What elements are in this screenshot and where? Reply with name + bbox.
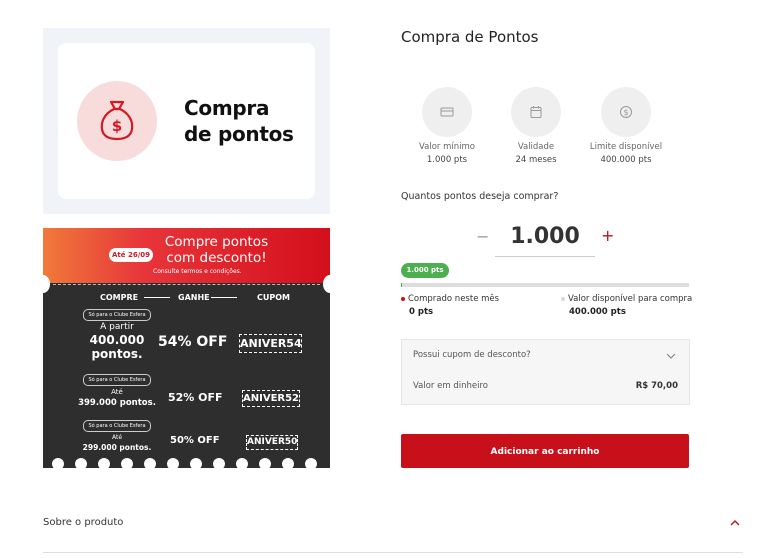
legend-available-value: 400.000 pts — [569, 307, 626, 317]
info-value: 24 meses — [515, 155, 557, 165]
hero-image-card: $ Compra de pontos — [43, 28, 330, 214]
coupon-code-aniver52: ANIVER52 — [242, 390, 300, 407]
perforation-dot — [98, 458, 110, 468]
promo-headline: Compre pontos com desconto! — [159, 234, 274, 266]
coupon-toggle[interactable]: Possui cupom de desconto? — [413, 350, 531, 360]
club-badge: Só para o Clube Esfera — [83, 420, 151, 432]
calendar-icon — [530, 106, 542, 118]
svg-text:$: $ — [112, 117, 122, 135]
club-badge: Só para o Clube Esfera — [83, 374, 151, 386]
quantity-question: Quantos pontos deseja comprar? — [401, 191, 559, 202]
money-bag-icon: $ — [100, 100, 134, 141]
promo-banner: Até 26/09 Compre pontos com desconto! Co… — [43, 228, 330, 468]
promo-date-badge: Até 26/09 — [109, 248, 153, 262]
tier-2-condition: Até 399.000 pontos. — [73, 387, 161, 409]
decrement-button[interactable]: − — [476, 227, 489, 246]
add-to-cart-button[interactable]: Adicionar ao carrinho — [401, 434, 689, 468]
legend-available-label: Valor disponível para compra — [568, 294, 693, 304]
info-available-limit: $ Limite disponível 400.000 pts — [586, 87, 666, 166]
tier-3-discount: 50% OFF — [170, 435, 220, 446]
info-value: 400.000 pts — [600, 155, 652, 165]
perforation-dot — [305, 458, 317, 468]
perforation-dot — [121, 458, 133, 468]
purchase-progress-bar — [401, 283, 689, 287]
promo-terms: Consulte termos e condições. — [153, 268, 242, 275]
tier-1-line1: A partir — [100, 322, 134, 332]
tier-1-discount: 54% OFF — [158, 334, 228, 350]
info-minimum-value: Valor mínimo 1.000 pts — [407, 87, 487, 166]
tier-3-line1: Até — [111, 434, 123, 441]
svg-text:$: $ — [623, 108, 628, 117]
info-icon-circle — [511, 87, 561, 137]
legend-purchased: Comprado neste mês 0 pts — [401, 293, 499, 319]
points-quantity-input[interactable]: 1.000 — [495, 222, 595, 257]
tier-2-discount: 52% OFF — [168, 391, 223, 404]
hero-image-inner: $ Compra de pontos — [58, 43, 315, 199]
promo-notch-right — [323, 275, 330, 293]
info-label: Valor mínimo — [419, 142, 475, 152]
hero-title-line1: Compra — [184, 96, 270, 120]
perforation-dot — [144, 458, 156, 468]
tier-3-line2: 299.000 pontos. — [82, 443, 152, 452]
info-validity: Validade 24 meses — [496, 87, 576, 166]
coin-icon: $ — [620, 106, 632, 118]
hero-title: Compra de pontos — [184, 95, 309, 147]
tier-2-line2: 399.000 pontos. — [78, 398, 156, 408]
info-icon-circle: $ — [601, 87, 651, 137]
promo-header: Até 26/09 Compre pontos com desconto! Co… — [43, 228, 330, 283]
card-icon — [440, 107, 454, 117]
perforation-dot — [259, 458, 271, 468]
perforation-dot — [75, 458, 87, 468]
cash-value-label: Valor em dinheiro — [413, 381, 488, 391]
tier-3-condition: Até 299.000 pontos. — [73, 433, 161, 453]
chevron-down-icon[interactable] — [666, 352, 676, 360]
tier-1-condition: A partir 400.000 pontos. — [73, 322, 161, 361]
tier-1-line2: 400.000 — [89, 333, 145, 347]
promo-headline-line2: com desconto! — [166, 250, 267, 266]
legend-dot-grey — [561, 296, 565, 301]
promo-col-divider — [144, 297, 170, 298]
increment-button[interactable]: + — [601, 226, 614, 245]
about-product-label[interactable]: Sobre o produto — [43, 517, 123, 528]
info-icon-circle — [422, 87, 472, 137]
promo-headline-line1: Compre pontos — [164, 234, 269, 250]
coupon-code-aniver50: ANIVER50 — [246, 435, 298, 450]
cash-value: R$ 70,00 — [635, 381, 678, 391]
coupon-box: Possui cupom de desconto? Valor em dinhe… — [401, 339, 690, 405]
divider — [43, 552, 743, 553]
legend-purchased-value: 0 pts — [409, 307, 434, 317]
promo-col-compre: COMPRE — [100, 293, 139, 302]
perforation-dot — [190, 458, 202, 468]
legend-purchased-label: Comprado neste mês — [408, 294, 500, 304]
hero-icon-circle: $ — [77, 81, 157, 161]
info-label: Validade — [517, 142, 555, 152]
promo-col-divider — [211, 297, 237, 298]
purchase-progress-fill — [401, 283, 402, 287]
promo-perforation — [53, 284, 320, 285]
info-label: Limite disponível — [589, 142, 663, 152]
perforation-dot — [167, 458, 179, 468]
info-value: 1.000 pts — [426, 155, 468, 165]
legend-dot-red — [401, 296, 405, 301]
selected-points-badge: 1.000 pts — [401, 263, 449, 278]
perforation-dot — [213, 458, 225, 468]
promo-col-cupom: CUPOM — [257, 293, 290, 302]
promo-col-ganhe: GANHE — [178, 293, 210, 302]
club-badge: Só para o Clube Esfera — [83, 309, 151, 321]
chevron-up-icon[interactable] — [730, 519, 740, 527]
coupon-code-aniver54: ANIVER54 — [239, 334, 302, 353]
tier-2-line1: Até — [111, 388, 123, 396]
tier-1-line3: pontos. — [91, 347, 143, 361]
perforation-dot — [236, 458, 248, 468]
hero-title-line2: de pontos — [184, 122, 294, 146]
perforation-dot — [52, 458, 64, 468]
page-title: Compra de Pontos — [401, 28, 539, 46]
legend-available: Valor disponível para compra 400.000 pts — [561, 293, 692, 319]
perforation-dot — [282, 458, 294, 468]
